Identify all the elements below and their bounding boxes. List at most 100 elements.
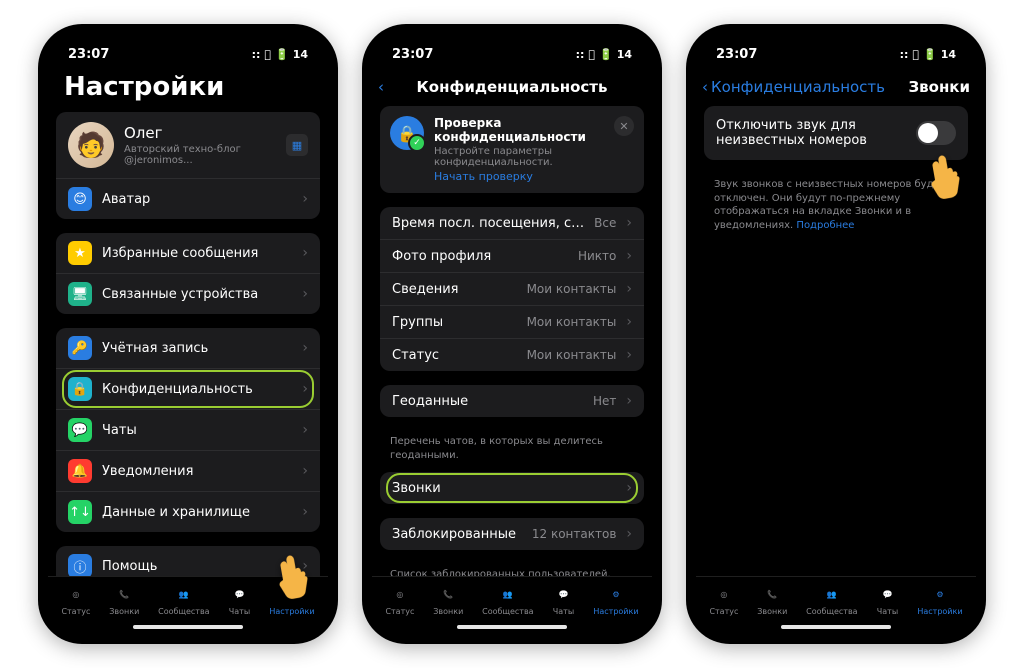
home-indicator xyxy=(133,625,243,629)
row-label: Заблокированные xyxy=(392,527,522,542)
tab-сообщества[interactable]: 👥Сообщества xyxy=(806,583,857,616)
row-icon: 🔑 xyxy=(68,336,92,360)
tab-настройки[interactable]: ⚙Настройки xyxy=(269,583,314,616)
nav-title: Конфиденциальность xyxy=(417,78,608,96)
list-item[interactable]: Заблокированные12 контактов› xyxy=(380,518,644,550)
row-label: Конфиденциальность xyxy=(102,382,292,397)
row-label: Избранные сообщения xyxy=(102,246,292,261)
tab-статус[interactable]: ◎Статус xyxy=(709,583,738,616)
tab-label: Сообщества xyxy=(806,607,857,616)
list-item[interactable]: 💬Чаты› xyxy=(56,409,320,450)
row-icon: 🔒 xyxy=(68,377,92,401)
tab-label: Сообщества xyxy=(482,607,533,616)
list-item[interactable]: 🔒 Конфиденциальность › xyxy=(56,368,320,409)
tab-label: Чаты xyxy=(229,607,250,616)
list-item[interactable]: Время посл. посещения, статус "в сети"Вс… xyxy=(380,207,644,239)
silence-unknown-toggle-row[interactable]: Отключить звук для неизвестных номеров xyxy=(704,106,968,160)
learn-more-link[interactable]: Подробнее xyxy=(796,220,854,231)
tab-icon: 📞 xyxy=(437,583,459,605)
row-label: Сведения xyxy=(392,282,517,297)
phone-privacy: 23:07 ::􀙇🔋14 ‹ Конфиденциальность 🔒 Пров… xyxy=(362,24,662,644)
tab-label: Чаты xyxy=(553,607,574,616)
list-item[interactable]: Фото профиляНикто› xyxy=(380,239,644,272)
row-label: Чаты xyxy=(102,423,292,438)
tab-icon: ⚙ xyxy=(281,583,303,605)
chevron-icon: › xyxy=(302,286,308,302)
chevron-icon: › xyxy=(302,504,308,520)
list-item[interactable]: ГеоданныеНет› xyxy=(380,385,644,417)
tab-чаты[interactable]: 💬Чаты xyxy=(228,583,250,616)
list-item[interactable]: ГруппыМои контакты› xyxy=(380,305,644,338)
qr-icon[interactable]: ▦ xyxy=(286,134,308,156)
row-value: Мои контакты xyxy=(527,282,617,296)
page-title: Настройки xyxy=(56,68,320,112)
status-time: 23:07 xyxy=(716,47,757,62)
chevron-icon: › xyxy=(626,480,632,496)
chevron-icon: › xyxy=(302,245,308,261)
chevron-icon: › xyxy=(626,248,632,264)
tab-настройки[interactable]: ⚙Настройки xyxy=(593,583,638,616)
row-label: Фото профиля xyxy=(392,249,568,264)
chevron-icon: › xyxy=(302,558,308,574)
tab-статус[interactable]: ◎Статус xyxy=(385,583,414,616)
chevron-icon: › xyxy=(302,191,308,207)
tab-label: Звонки xyxy=(433,607,463,616)
tab-сообщества[interactable]: 👥 Сообщества xyxy=(482,583,533,616)
list-item[interactable]: ⓘПомощь› xyxy=(56,546,320,576)
status-time: 23:07 xyxy=(392,47,433,62)
tab-звонки[interactable]: 📞 Звонки xyxy=(433,583,463,616)
tab-label: Статус xyxy=(385,607,414,616)
list-item[interactable]: 🔔Уведомления› xyxy=(56,450,320,491)
row-icon: ↑↓ xyxy=(68,500,92,524)
footer-geo: Перечень чатов, в которых вы делитесь ге… xyxy=(380,431,644,472)
row-icon: 🖥 xyxy=(68,282,92,306)
profile-row[interactable]: 🧑 Олег Авторский техно-блог @jeronimos..… xyxy=(56,112,320,178)
chevron-icon: › xyxy=(626,314,632,330)
row-label: Геоданные xyxy=(392,394,583,409)
back-button[interactable]: ‹ Конфиденциальность xyxy=(702,78,885,96)
tab-label: Сообщества xyxy=(158,607,209,616)
tab-icon: 💬 xyxy=(552,583,574,605)
back-button[interactable]: ‹ xyxy=(378,78,384,96)
row-icon: 🔔 xyxy=(68,459,92,483)
list-item[interactable]: Звонки› xyxy=(380,472,644,504)
row-value: Мои контакты xyxy=(527,348,617,362)
tab-label: Статус xyxy=(709,607,738,616)
list-item[interactable]: ↑↓Данные и хранилище› xyxy=(56,491,320,532)
tab-label: Настройки xyxy=(593,607,638,616)
list-item[interactable]: СведенияМои контакты› xyxy=(380,272,644,305)
tab-сообщества[interactable]: 👥Сообщества xyxy=(158,583,209,616)
privacy-banner[interactable]: 🔒 Проверка конфиденциальности Настройте … xyxy=(380,106,644,193)
list-item[interactable]: ★Избранные сообщения› xyxy=(56,233,320,273)
toggle-switch[interactable] xyxy=(916,121,956,145)
home-indicator xyxy=(781,625,891,629)
tab-label: Чаты xyxy=(877,607,898,616)
list-item[interactable]: СтатусМои контакты› xyxy=(380,338,644,371)
close-icon[interactable]: ✕ xyxy=(614,116,634,136)
tab-звонки[interactable]: 📞Звонки xyxy=(757,583,787,616)
profile-sub: Авторский техно-блог @jeronimos... xyxy=(124,144,276,166)
chevron-icon: › xyxy=(302,381,308,397)
profile-name: Олег xyxy=(124,124,276,142)
tab-чаты[interactable]: 💬 Чаты xyxy=(552,583,574,616)
avatar-row[interactable]: 😊 Аватар › xyxy=(56,178,320,219)
list-item[interactable]: 🔑Учётная запись› xyxy=(56,328,320,368)
tab-настройки[interactable]: ⚙Настройки xyxy=(917,583,962,616)
status-indicators: ::􀙇🔋14 xyxy=(252,48,308,61)
row-icon: ⓘ xyxy=(68,554,92,576)
tab-звонки[interactable]: 📞Звонки xyxy=(109,583,139,616)
tab-label: Настройки xyxy=(917,607,962,616)
row-label: Уведомления xyxy=(102,464,292,479)
row-label: Связанные устройства xyxy=(102,287,292,302)
list-item[interactable]: 🖥 Связанные устройства › xyxy=(56,273,320,314)
tab-label: Звонки xyxy=(757,607,787,616)
row-icon: 💬 xyxy=(68,418,92,442)
tab-icon: 👥 xyxy=(497,583,519,605)
row-label: Группы xyxy=(392,315,517,330)
start-check-link[interactable]: Начать проверку xyxy=(434,170,604,183)
shield-lock-icon: 🔒 xyxy=(390,116,424,150)
tab-чаты[interactable]: 💬Чаты xyxy=(876,583,898,616)
tab-статус[interactable]: ◎Статус xyxy=(61,583,90,616)
avatar-icon: 🧑 xyxy=(68,122,114,168)
status-time: 23:07 xyxy=(68,47,109,62)
